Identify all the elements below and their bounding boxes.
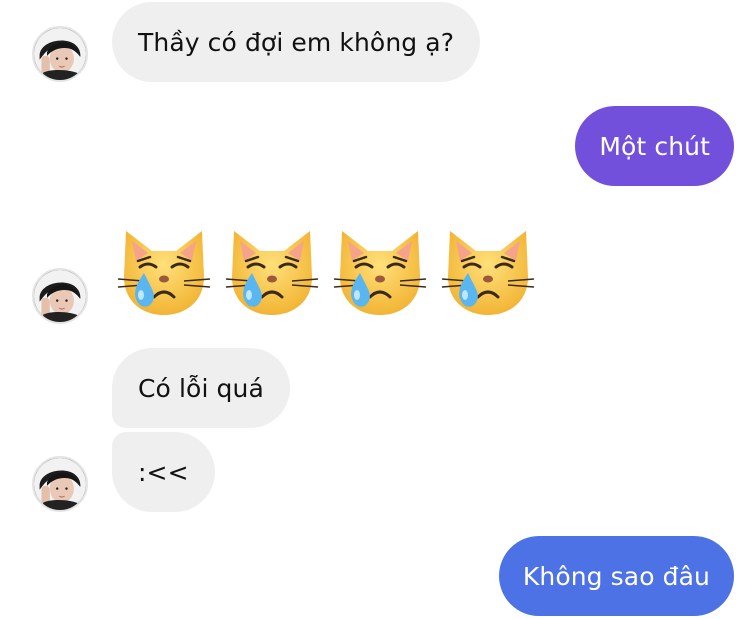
crying-cat-face-icon	[330, 221, 430, 321]
outgoing-message-bubble[interactable]: Một chút	[575, 106, 734, 186]
message-text: Một chút	[599, 131, 710, 161]
message-text: Có lỗi quá	[138, 373, 264, 403]
avatar[interactable]	[32, 268, 88, 324]
outgoing-message-bubble[interactable]: Không sao đâu	[498, 536, 734, 616]
incoming-message-bubble[interactable]: Thầy có đợi em không ạ?	[112, 2, 481, 82]
message-text: Thầy có đợi em không ạ?	[138, 27, 455, 57]
avatar[interactable]	[32, 456, 88, 512]
crying-cat-face-icon	[438, 221, 538, 321]
avatar-photo	[34, 28, 86, 80]
message-text: Không sao đâu	[522, 561, 710, 591]
crying-cat-face-icon	[222, 221, 322, 321]
avatar-photo	[34, 270, 86, 322]
emoji-message[interactable]	[114, 221, 546, 321]
incoming-message-bubble[interactable]: Có lỗi quá	[112, 348, 290, 428]
avatar[interactable]	[32, 26, 88, 82]
avatar-photo	[34, 458, 86, 510]
chat-thread: Thầy có đợi em không ạ? Một chút Có lỗi …	[0, 0, 750, 619]
message-text: :<<	[138, 457, 189, 487]
incoming-message-bubble[interactable]: :<<	[112, 432, 215, 512]
crying-cat-face-icon	[114, 221, 214, 321]
